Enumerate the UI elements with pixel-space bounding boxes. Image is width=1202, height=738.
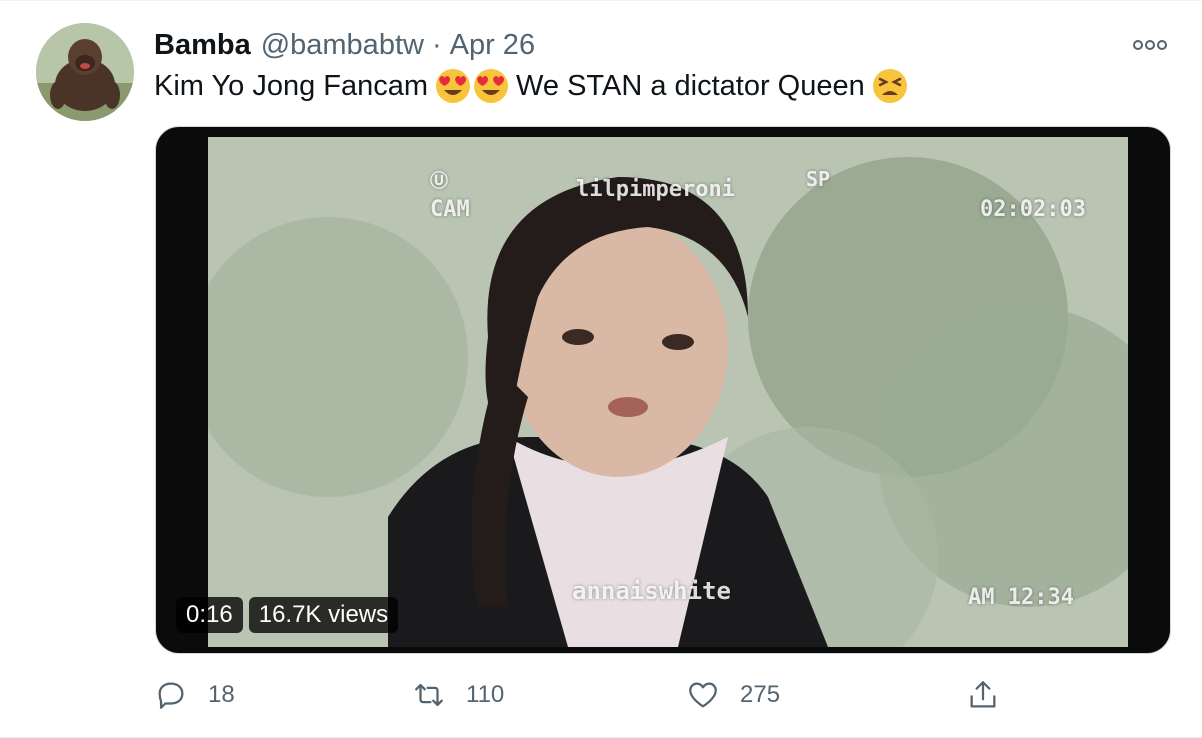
overlay-watermark-bottom: annaiswhite <box>572 577 731 605</box>
video-duration: 0:16 <box>176 597 243 633</box>
retweet-count: 110 <box>466 681 505 708</box>
tweet-date[interactable]: Apr 26 <box>450 29 535 62</box>
overlay-watermark-top: lilpimperoni <box>576 177 735 202</box>
tweet: Bamba @bambabtw · Apr 26 Kim Yo Jong Fan… <box>0 0 1202 738</box>
tweet-text: Kim Yo Jong Fancam We STAN a dictator Qu… <box>154 65 915 107</box>
tweet-text-part2: We STAN a dictator Queen <box>516 70 865 102</box>
overlay-time-bottom: AM 12:34 <box>968 585 1074 610</box>
author-handle[interactable]: @bambabtw <box>261 29 424 62</box>
heart-eyes-emoji <box>474 69 509 103</box>
retweet-button[interactable]: 110 <box>412 673 504 717</box>
share-icon <box>970 681 996 708</box>
retweet-icon <box>415 683 443 707</box>
like-button[interactable]: 275 <box>686 673 780 717</box>
tweet-text-part1: Kim Yo Jong Fancam <box>154 70 429 102</box>
tweet-header: Bamba @bambabtw · Apr 26 <box>154 25 535 65</box>
reply-button[interactable]: 18 <box>154 673 235 717</box>
video-views: 16.7K views <box>248 597 399 633</box>
avatar[interactable] <box>36 23 134 121</box>
video-player[interactable]: Ⓤ CAM lilpimperoni SP 02:02:03 annaiswhi… <box>155 126 1171 654</box>
overlay-time-top: 02:02:03 <box>980 197 1086 222</box>
video-frame[interactable]: Ⓤ CAM lilpimperoni SP 02:02:03 annaiswhi… <box>208 137 1128 647</box>
more-icon <box>1133 40 1167 50</box>
like-count: 275 <box>740 681 781 708</box>
reply-icon <box>158 682 184 709</box>
separator-dot: · <box>431 28 442 61</box>
tired-face-emoji <box>872 69 907 103</box>
video-badges: 0:16 16.7K views <box>176 597 399 633</box>
share-button[interactable] <box>966 673 1000 717</box>
more-options-button[interactable] <box>1130 31 1170 59</box>
overlay-tape-icon: Ⓤ <box>430 171 448 192</box>
tweet-actions: 18 110 275 <box>154 673 1054 717</box>
overlay-sp-label: SP <box>806 167 831 191</box>
heart-icon <box>689 682 717 708</box>
author-name[interactable]: Bamba <box>154 29 251 62</box>
avatar-image <box>36 23 134 121</box>
heart-eyes-emoji <box>436 69 471 103</box>
reply-count: 18 <box>208 681 235 708</box>
overlay-cam-label: CAM <box>430 197 470 222</box>
